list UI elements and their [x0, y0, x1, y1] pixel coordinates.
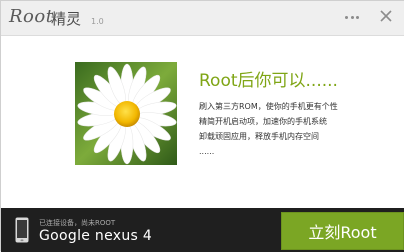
connection-status: 已连接设备，尚未ROOT	[39, 219, 116, 227]
more-dots-icon[interactable]	[345, 13, 359, 21]
title-bar[interactable]: Root 精灵 1.0	[1, 1, 404, 36]
app-version: 1.0	[91, 17, 104, 26]
close-icon[interactable]	[379, 9, 393, 23]
root-now-button[interactable]: 立刻Root	[281, 212, 404, 250]
app-logo: Root	[9, 6, 54, 27]
headline: Root后你可以......	[199, 71, 338, 91]
description-line: ......	[199, 147, 215, 156]
app-name: 精灵	[51, 10, 82, 28]
phone-icon	[15, 217, 29, 243]
description-line: 精简开机启动项，加速你的手机系统	[199, 117, 327, 126]
app-window: Root 精灵 1.0 Root后你可以...... 刷入第三方ROM，使你的手…	[0, 0, 404, 252]
description-line: 卸载顽固应用，释放手机内存空间	[199, 132, 319, 141]
device-name: Google nexus 4	[39, 228, 153, 244]
daisy-flower-image	[75, 62, 177, 165]
description-line: 刷入第三方ROM，使你的手机更有个性	[199, 102, 338, 111]
feature-description: 刷入第三方ROM，使你的手机更有个性 精简开机启动项，加速你的手机系统 卸载顽固…	[199, 99, 338, 159]
main-content: Root后你可以...... 刷入第三方ROM，使你的手机更有个性 精简开机启动…	[1, 36, 404, 208]
